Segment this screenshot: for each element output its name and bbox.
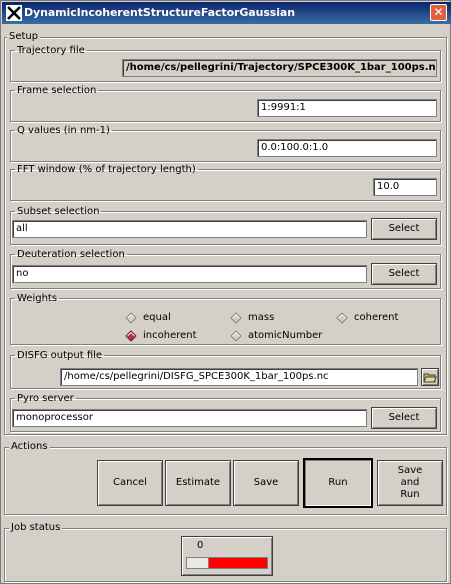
- progress-fill: [209, 558, 267, 568]
- weight-option-incoherent[interactable]: incoherent: [125, 329, 197, 342]
- subset-selection-label: Subset selection: [17, 206, 100, 217]
- save-button[interactable]: Save: [233, 460, 299, 506]
- setup-legend: Setup: [7, 31, 41, 42]
- deuteration-selection-label: Deuteration selection: [17, 249, 125, 260]
- weight-option-label: atomicNumber: [248, 330, 323, 341]
- radio-diamond-icon: [230, 311, 242, 324]
- title-bar[interactable]: DynamicIncoherentStructureFactorGaussian…: [2, 2, 451, 24]
- weight-option-label: coherent: [354, 312, 399, 323]
- radio-diamond-icon: [336, 311, 348, 324]
- job-status-box: 0: [181, 536, 273, 576]
- trajectory-label: Trajectory file: [17, 45, 85, 56]
- weights-label: Weights: [17, 293, 58, 304]
- output-file-input[interactable]: /home/cs/pellegrini/DISFG_SPCE300K_1bar_…: [60, 368, 418, 386]
- app-window: DynamicIncoherentStructureFactorGaussian…: [0, 0, 451, 584]
- folder-open-icon: [423, 373, 437, 382]
- close-button[interactable]: ✕: [430, 4, 447, 21]
- estimate-button[interactable]: Estimate: [165, 460, 231, 506]
- q-values-label: Q values (in nm-1): [17, 125, 110, 136]
- pyro-select-button[interactable]: Select: [371, 407, 437, 429]
- weight-option-equal[interactable]: equal: [125, 311, 171, 324]
- frame-selection-input[interactable]: 1:9991:1: [257, 99, 437, 117]
- radio-diamond-selected-icon: [125, 329, 137, 342]
- pyro-server-input[interactable]: monoprocessor: [12, 409, 367, 427]
- actions-legend: Actions: [9, 441, 50, 452]
- weight-option-mass[interactable]: mass: [230, 311, 275, 324]
- radio-diamond-icon: [230, 329, 242, 342]
- trajectory-file-field: /home/cs/pellegrini/Trajectory/SPCE300K_…: [122, 59, 437, 77]
- output-file-label: DISFG output file: [17, 350, 103, 361]
- frame-selection-label: Frame selection: [17, 85, 97, 96]
- weight-option-label: mass: [248, 312, 275, 323]
- progress-bar: [186, 557, 268, 569]
- radio-diamond-icon: [125, 311, 137, 324]
- browse-button[interactable]: [421, 368, 439, 386]
- pyro-server-label: Pyro server: [17, 393, 74, 404]
- deuteration-selection-input[interactable]: no: [12, 265, 367, 283]
- progress-knob: [187, 558, 209, 568]
- run-button[interactable]: Run: [303, 458, 373, 508]
- window-title: DynamicIncoherentStructureFactorGaussian: [24, 6, 295, 19]
- job-status-legend: Job status: [9, 522, 63, 533]
- weight-option-atomicnumber[interactable]: atomicNumber: [230, 329, 323, 342]
- weight-option-label: incoherent: [143, 330, 197, 341]
- q-values-input[interactable]: 0.0:100.0:1.0: [257, 139, 437, 157]
- cancel-button[interactable]: Cancel: [97, 460, 163, 506]
- x11-app-icon: [6, 5, 22, 21]
- save-and-run-button[interactable]: Save and Run: [377, 460, 443, 506]
- fft-window-input[interactable]: 10.0: [373, 178, 437, 196]
- weight-option-label: equal: [143, 312, 171, 323]
- close-icon: ✕: [433, 5, 444, 19]
- weight-option-coherent[interactable]: coherent: [336, 311, 399, 324]
- subset-selection-input[interactable]: all: [12, 220, 367, 238]
- subset-select-button[interactable]: Select: [371, 218, 437, 240]
- deuteration-select-button[interactable]: Select: [371, 263, 437, 285]
- job-status-value: 0: [197, 540, 204, 551]
- fft-window-label: FFT window (% of trajectory length): [17, 164, 196, 175]
